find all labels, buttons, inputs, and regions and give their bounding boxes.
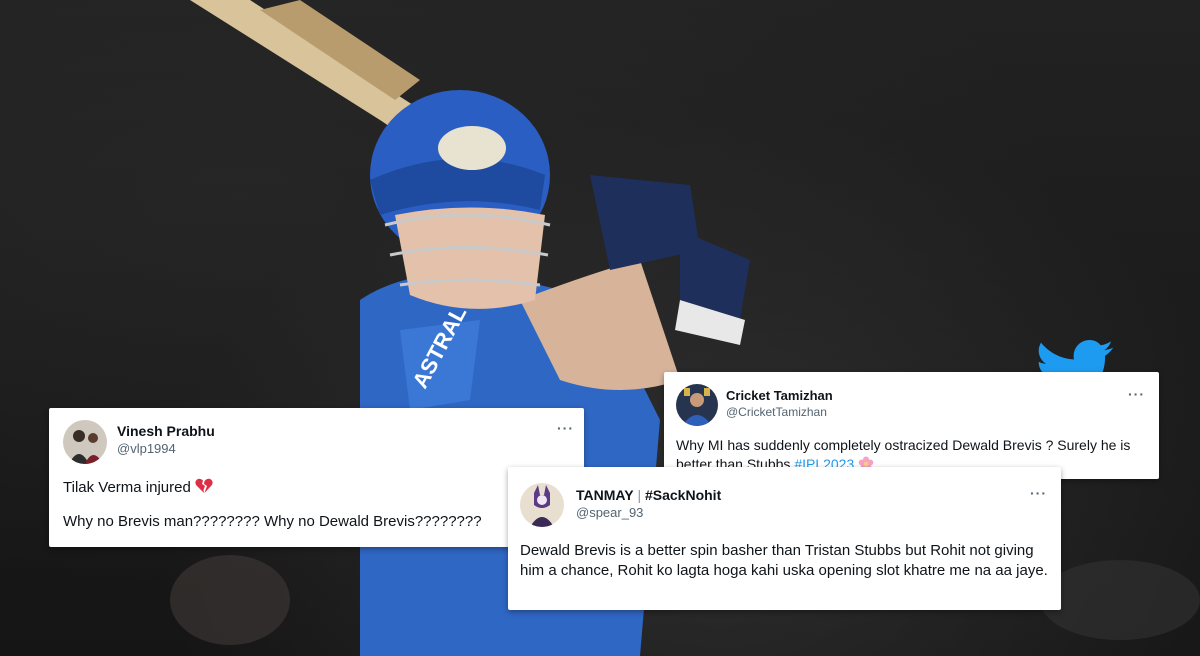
user-handle[interactable]: @CricketTamizhan bbox=[726, 405, 827, 419]
more-options-icon[interactable]: ··· bbox=[1030, 485, 1047, 501]
tweet-card-cricket-tamizhan[interactable]: Cricket Tamizhan @CricketTamizhan ··· Wh… bbox=[664, 372, 1159, 479]
name-separator: | bbox=[633, 487, 645, 503]
display-name[interactable]: Vinesh Prabhu bbox=[117, 423, 215, 439]
user-handle[interactable]: @vlp1994 bbox=[117, 441, 176, 456]
display-name[interactable]: Cricket Tamizhan bbox=[726, 388, 833, 403]
tweet-card-vinesh[interactable]: Vinesh Prabhu @vlp1994 ··· Tilak Verma i… bbox=[49, 408, 584, 547]
more-options-icon[interactable]: ··· bbox=[557, 420, 574, 436]
avatar[interactable] bbox=[520, 483, 564, 527]
broken-heart-icon bbox=[195, 478, 213, 493]
tweet-text: Dewald Brevis is a better spin basher th… bbox=[520, 542, 1048, 579]
avatar[interactable] bbox=[63, 420, 107, 464]
tweet-text-line1: Tilak Verma injured bbox=[63, 478, 213, 498]
avatar[interactable] bbox=[676, 384, 718, 426]
more-options-icon[interactable]: ··· bbox=[1128, 386, 1145, 402]
user-handle[interactable]: @spear_93 bbox=[576, 505, 643, 520]
tweet-card-tanmay[interactable]: TANMAY | #SackNohit @spear_93 ··· Dewald… bbox=[508, 467, 1061, 610]
display-name[interactable]: TANMAY | #SackNohit bbox=[576, 487, 721, 503]
tweet-text-line2: Why no Brevis man???????? Why no Dewald … bbox=[63, 513, 482, 530]
display-name-part2: #SackNohit bbox=[644, 487, 722, 503]
display-name-part1: TANMAY bbox=[576, 487, 634, 503]
tweet-text-content: Tilak Verma injured bbox=[63, 479, 191, 496]
